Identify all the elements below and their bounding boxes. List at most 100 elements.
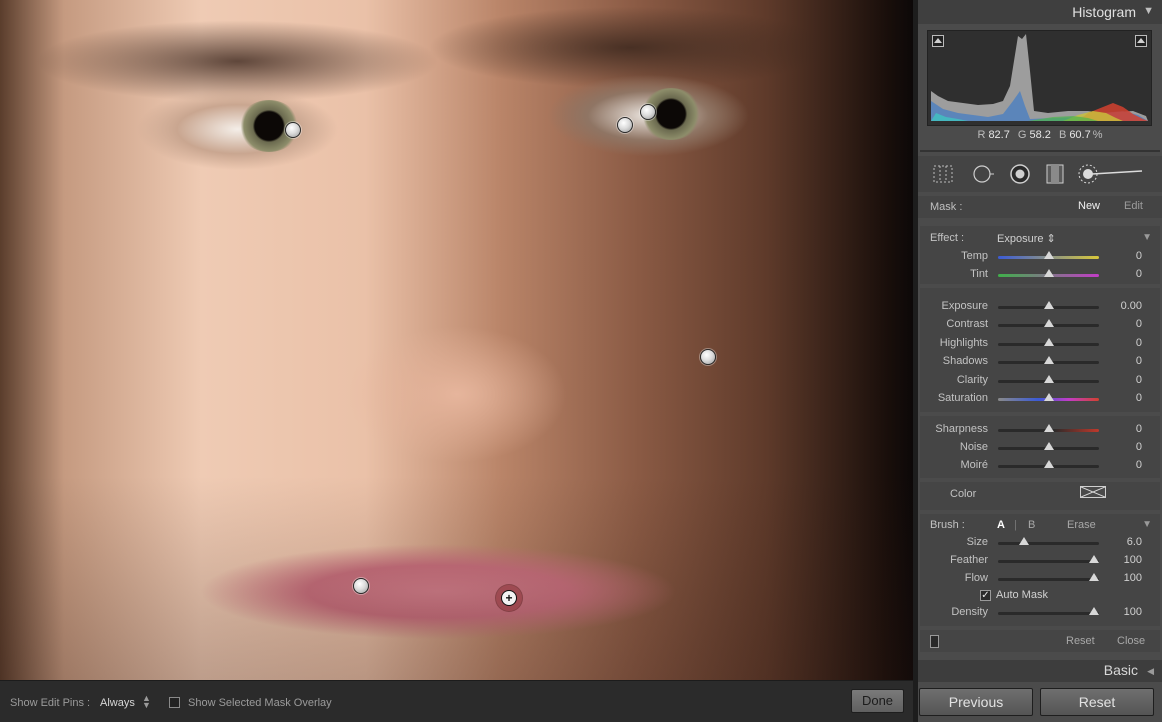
red-eye-icon[interactable] [1009,164,1031,184]
shadow-clipping-icon[interactable] [932,35,944,47]
slider-value[interactable]: 100 [1124,572,1142,584]
slider-label: Noise [959,441,988,453]
slider-value[interactable]: 0 [1136,441,1142,453]
brush-divider: | [1014,519,1017,531]
slider-track[interactable] [998,442,1099,450]
panel-toggle-switch[interactable] [930,635,939,648]
slider-thumb[interactable] [1043,442,1054,450]
spot-removal-icon[interactable] [972,164,994,184]
slider-value[interactable]: 6.0 [1127,536,1142,548]
auto-mask-checkbox[interactable]: ✓ [980,590,991,601]
show-mask-overlay-label[interactable]: Show Selected Mask Overlay [188,697,332,709]
slider-label: Sharpness [935,423,988,435]
edit-pin[interactable] [617,117,633,133]
slider-thumb[interactable] [1043,356,1054,365]
slider-track[interactable] [998,356,1099,365]
slider-track[interactable] [998,393,1099,401]
histogram-graph [927,30,1152,126]
slider-value[interactable]: 0 [1136,459,1142,471]
collapse-triangle-icon[interactable]: ◀ [1147,666,1154,677]
adjustment-brush-icon[interactable] [1076,162,1146,186]
slider-thumb[interactable] [1043,424,1054,432]
slider-track[interactable] [998,251,1099,259]
slider-track[interactable] [998,555,1099,563]
histogram-header[interactable]: Histogram ▼ [918,0,1162,24]
color-swatch[interactable] [1080,486,1106,498]
footer-close-button[interactable]: Close [1117,635,1145,647]
slider-track[interactable] [998,607,1099,615]
mask-new-button[interactable]: New [1078,200,1100,212]
slider-value[interactable]: 0 [1136,268,1142,280]
effect-preset-value: Exposure [997,233,1044,245]
updown-arrows-icon[interactable]: ▲ ▼ [142,694,151,710]
graduated-filter-icon[interactable] [1044,164,1066,184]
slider-track[interactable] [998,301,1099,309]
brush-erase-button[interactable]: Erase [1067,519,1096,531]
slider-label: Density [951,606,988,618]
slider-thumb[interactable] [1043,337,1054,346]
edit-pin[interactable] [353,578,369,594]
slider-value[interactable]: 0 [1136,318,1142,330]
active-edit-pin[interactable]: + [501,590,517,606]
slider-track[interactable] [998,460,1099,468]
slider-value[interactable]: 0.00 [1121,300,1142,312]
basic-panel-header[interactable]: Basic ◀ [918,660,1162,682]
slider-value[interactable]: 100 [1124,606,1142,618]
show-edit-pins-label: Show Edit Pins : [10,697,91,709]
photo-canvas[interactable]: + [0,0,913,680]
mask-edit-button[interactable]: Edit [1124,200,1143,212]
show-mask-overlay-checkbox[interactable] [169,697,180,708]
slider-thumb[interactable] [1088,607,1099,615]
slider-label: Shadows [942,355,988,368]
slider-thumb[interactable] [1043,251,1054,259]
updown-arrows-icon: ⇕ [1046,233,1056,245]
slider-track[interactable] [998,337,1099,346]
slider-track[interactable] [998,537,1099,545]
footer-reset-button[interactable]: Reset [1066,635,1095,647]
slider-thumb[interactable] [1043,319,1054,328]
slider-thumb[interactable] [1043,393,1054,401]
slider-thumb[interactable] [1088,555,1099,563]
slider-track[interactable] [998,319,1099,328]
slider-thumb[interactable] [1043,301,1054,309]
show-edit-pins-select[interactable]: Always [100,697,135,709]
effect-menu-triangle-icon[interactable]: ▼ [1142,232,1152,243]
separator [920,150,1160,152]
slider-value[interactable]: 0 [1136,355,1142,367]
slider-track[interactable] [998,269,1099,277]
brush-b-button[interactable]: B [1028,519,1035,531]
collapse-triangle-icon[interactable]: ▼ [1143,5,1154,17]
done-button[interactable]: Done [851,689,904,713]
crop-overlay-icon[interactable] [932,164,954,184]
edit-pin[interactable] [700,349,716,365]
slider-value[interactable]: 0 [1136,337,1142,349]
slider-value[interactable]: 0 [1136,250,1142,262]
slider-track[interactable] [998,374,1099,383]
brush-menu-triangle-icon[interactable]: ▼ [1142,519,1152,530]
previous-button[interactable]: Previous [919,688,1033,716]
brush-a-button[interactable]: A [997,519,1005,531]
slider-row-tint: Tint 0 [920,266,1160,284]
slider-row-size: Size 6.0 [920,534,1160,552]
effect-preset-select[interactable]: Exposure ⇕ [997,232,1056,245]
edit-pin[interactable] [285,122,301,138]
auto-mask-label[interactable]: Auto Mask [996,589,1048,601]
slider-thumb[interactable] [1043,374,1054,383]
slider-thumb[interactable] [1088,573,1099,581]
slider-row-shadows: Shadows 0 [920,353,1160,371]
slider-value[interactable]: 0 [1136,423,1142,435]
slider-value[interactable]: 0 [1136,374,1142,386]
slider-row-noise: Noise 0 [920,439,1160,457]
r-label: R [977,129,986,141]
reset-button[interactable]: Reset [1040,688,1154,716]
slider-thumb[interactable] [1043,269,1054,277]
brush-label: Brush : [930,519,965,531]
slider-value[interactable]: 100 [1124,554,1142,566]
edit-pin[interactable] [640,104,656,120]
slider-track[interactable] [998,573,1099,581]
slider-track[interactable] [998,424,1099,432]
slider-value[interactable]: 0 [1136,392,1142,404]
highlight-clipping-icon[interactable] [1135,35,1147,47]
slider-thumb[interactable] [1019,537,1030,545]
slider-thumb[interactable] [1043,460,1054,468]
